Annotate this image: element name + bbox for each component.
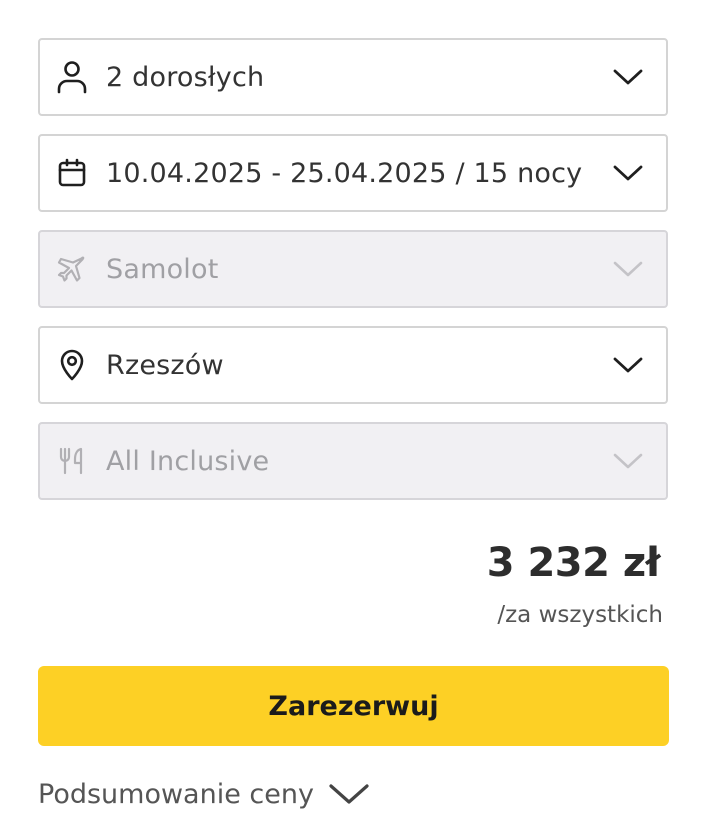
transport-select: Samolot (38, 230, 668, 308)
chevron-down-icon (612, 157, 644, 189)
travelers-select[interactable]: 2 dorosłych (38, 38, 668, 116)
book-button[interactable]: Zarezerwuj (38, 666, 669, 746)
price-note: /za wszystkich (497, 602, 663, 628)
person-icon (56, 61, 88, 94)
chevron-down-icon (612, 349, 644, 381)
cutlery-icon (56, 445, 88, 477)
plane-icon (56, 253, 88, 285)
dates-select[interactable]: 10.04.2025 - 25.04.2025 / 15 nocy (38, 134, 668, 212)
transport-value: Samolot (106, 253, 219, 285)
calendar-icon (56, 157, 88, 189)
departure-value: Rzeszów (106, 349, 224, 381)
board-value: All Inclusive (106, 445, 270, 477)
location-pin-icon (56, 349, 88, 381)
chevron-down-icon (612, 253, 644, 285)
price-summary-label: Podsumowanie ceny (38, 778, 314, 810)
departure-select[interactable]: Rzeszów (38, 326, 668, 404)
dates-value: 10.04.2025 - 25.04.2025 / 15 nocy (106, 157, 583, 189)
total-price: 3 232 zł (486, 540, 661, 586)
price-summary-toggle[interactable]: Podsumowanie ceny (38, 774, 370, 814)
chevron-down-icon (612, 445, 644, 477)
board-select: All Inclusive (38, 422, 668, 500)
travelers-value: 2 dorosłych (106, 61, 265, 93)
chevron-down-icon (612, 61, 644, 93)
chevron-down-icon (328, 782, 370, 806)
